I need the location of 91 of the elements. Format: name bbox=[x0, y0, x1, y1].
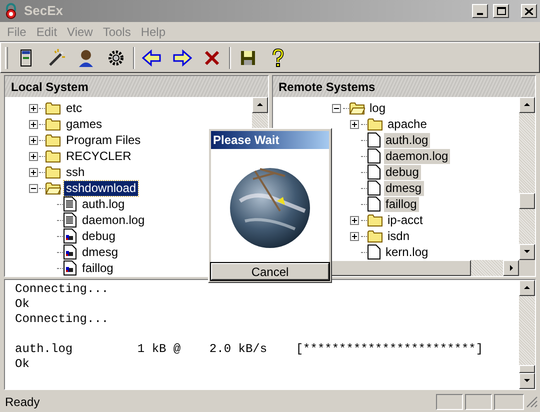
close-icon bbox=[525, 8, 533, 14]
maximize-button[interactable] bbox=[493, 4, 509, 18]
tree-item[interactable]: debug bbox=[80, 228, 118, 244]
tree-item[interactable]: Program Files bbox=[64, 132, 143, 148]
file-icon bbox=[366, 180, 380, 196]
minimize-button[interactable] bbox=[472, 4, 488, 18]
status-pane bbox=[465, 394, 492, 410]
tree-item[interactable]: log bbox=[368, 100, 388, 116]
expand-toggle[interactable] bbox=[28, 168, 38, 176]
tree-item[interactable]: dmesg bbox=[80, 244, 120, 260]
cancel-button[interactable]: Cancel bbox=[211, 263, 329, 280]
status-pane bbox=[494, 394, 524, 410]
folder-icon bbox=[45, 133, 61, 147]
expand-toggle[interactable] bbox=[350, 232, 359, 240]
left-arrow-icon[interactable] bbox=[142, 48, 162, 68]
folder-icon bbox=[45, 181, 61, 195]
tree-item[interactable]: auth.log bbox=[80, 196, 127, 212]
tree-item[interactable]: dmesg bbox=[384, 180, 424, 196]
tree-item[interactable]: etc bbox=[64, 100, 84, 116]
file-icon bbox=[366, 164, 380, 180]
up-triangle-icon bbox=[523, 284, 531, 292]
collapse-toggle[interactable] bbox=[28, 184, 38, 192]
tree-item[interactable]: auth.log bbox=[384, 132, 430, 148]
up-triangle-icon bbox=[256, 101, 264, 109]
right-triangle-icon bbox=[507, 264, 515, 272]
vertical-scrollbar[interactable] bbox=[519, 97, 535, 260]
tree-item[interactable]: isdn bbox=[386, 228, 412, 244]
expand-toggle[interactable] bbox=[350, 216, 359, 224]
panel-header: Remote Systems bbox=[272, 76, 535, 97]
panel-header: Local System bbox=[5, 76, 268, 97]
folder-icon bbox=[45, 117, 61, 131]
tree-item[interactable]: ssh bbox=[64, 164, 87, 180]
tree-item[interactable]: daemon.log bbox=[80, 212, 147, 228]
folder-icon bbox=[45, 165, 61, 179]
expand-toggle[interactable] bbox=[28, 120, 38, 128]
console-line: Connecting... bbox=[15, 312, 109, 327]
tree-item[interactable]: daemon.log bbox=[384, 148, 450, 164]
file-icon bbox=[366, 244, 380, 260]
expand-toggle[interactable] bbox=[350, 120, 359, 128]
close-button[interactable] bbox=[521, 4, 537, 18]
window-title: SecEx bbox=[24, 2, 64, 20]
folder-icon bbox=[366, 213, 382, 227]
person-icon[interactable] bbox=[76, 48, 96, 68]
program-file-icon bbox=[63, 244, 77, 260]
console-line: Connecting... bbox=[15, 282, 109, 297]
folder-icon bbox=[366, 229, 382, 243]
console-line: Ok bbox=[15, 297, 30, 312]
dialog-title: Please Wait bbox=[211, 131, 329, 149]
text-file-icon bbox=[63, 212, 77, 228]
gear-icon[interactable] bbox=[106, 48, 126, 68]
program-file-icon bbox=[63, 228, 77, 244]
scroll-thumb[interactable] bbox=[519, 365, 535, 373]
up-triangle-icon bbox=[523, 101, 531, 109]
scroll-arrow-button[interactable] bbox=[519, 97, 535, 113]
file-icon bbox=[366, 148, 380, 164]
file-icon bbox=[366, 132, 380, 148]
scroll-arrow-button[interactable] bbox=[519, 244, 535, 260]
tree-item[interactable]: RECYCLER bbox=[64, 148, 134, 164]
down-triangle-icon bbox=[523, 377, 531, 385]
tree-item[interactable]: apache bbox=[386, 116, 429, 132]
right-arrow-icon[interactable] bbox=[172, 48, 192, 68]
folder-icon bbox=[45, 101, 61, 115]
tree-item[interactable]: debug bbox=[384, 164, 421, 180]
resize-grip-icon bbox=[526, 396, 538, 408]
tree-item[interactable]: ip-acct bbox=[386, 212, 425, 228]
scroll-arrow-button[interactable] bbox=[252, 97, 268, 113]
folder-icon bbox=[348, 101, 364, 115]
tree-item[interactable]: faillog bbox=[384, 196, 419, 212]
scroll-arrow-button[interactable] bbox=[519, 373, 535, 389]
collapse-toggle[interactable] bbox=[332, 104, 341, 112]
down-triangle-icon bbox=[523, 248, 531, 256]
vertical-scrollbar[interactable] bbox=[519, 280, 535, 389]
text-file-icon bbox=[63, 196, 77, 212]
padlock-icon bbox=[3, 3, 19, 19]
scroll-arrow-button[interactable] bbox=[519, 280, 535, 296]
status-text: Ready bbox=[4, 394, 41, 411]
scroll-thumb[interactable] bbox=[519, 193, 535, 209]
scroll-arrow-button[interactable] bbox=[503, 260, 519, 276]
folder-icon bbox=[366, 117, 382, 131]
status-pane bbox=[436, 394, 463, 410]
folder-icon bbox=[45, 149, 61, 163]
tree-item[interactable]: sshdownload bbox=[64, 180, 138, 196]
expand-toggle[interactable] bbox=[28, 104, 38, 112]
tree-item[interactable]: faillog bbox=[80, 260, 116, 276]
tree-item[interactable]: kern.log bbox=[384, 244, 430, 260]
console-line: Ok bbox=[15, 357, 30, 372]
expand-toggle[interactable] bbox=[28, 136, 38, 144]
tree-item[interactable]: games bbox=[64, 116, 104, 132]
file-icon bbox=[366, 196, 380, 212]
console-line: auth.log 1 kB @ 2.0 kB/s [************************] bbox=[15, 342, 484, 357]
expand-toggle[interactable] bbox=[28, 152, 38, 160]
